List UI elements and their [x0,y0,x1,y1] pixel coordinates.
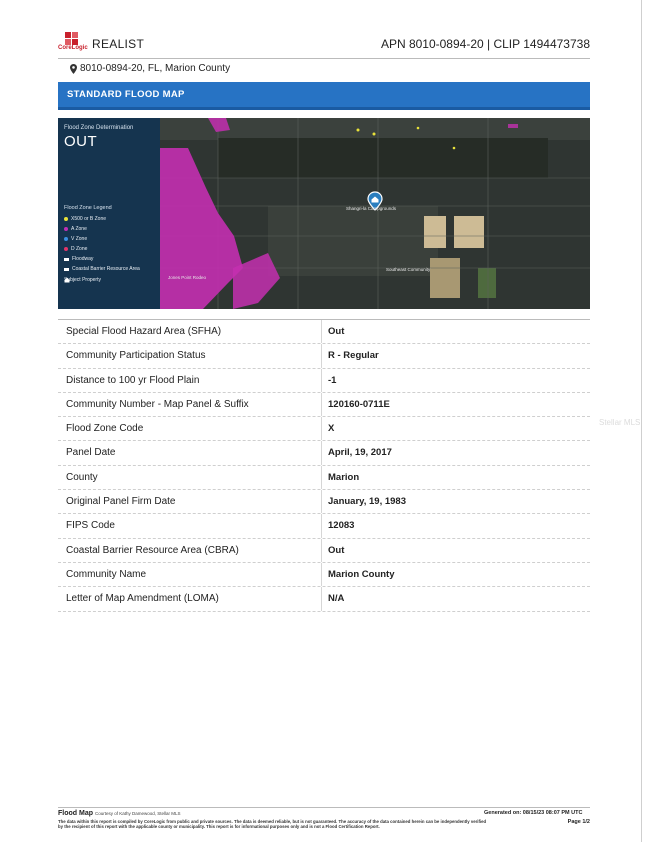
row-value: X [328,423,335,435]
map-place-label: Shangri-la Campgrounds [346,206,397,211]
report-header: CoreLogic REALIST APN 8010-0894-20 | CLI… [58,32,590,58]
table-row: Distance to 100 yr Flood Plain -1 [58,368,590,393]
row-label: Community Number - Map Panel & Suffix [66,398,249,410]
footer-divider [58,807,590,808]
flood-zone-legend-panel: Flood Zone Determination OUT Flood Zone … [58,118,160,309]
table-row: Flood Zone Code X [58,417,590,442]
legend-label: V Zone [71,236,88,242]
row-label: Special Flood Hazard Area (SFHA) [66,326,222,337]
table-row: FIPS Code 12083 [58,514,590,539]
magenta-dot-icon [64,227,68,231]
row-label: Panel Date [66,447,116,459]
header-divider [58,58,590,59]
table-row: County Marion [58,465,590,491]
floodway-swatch-icon [64,257,69,261]
row-label: Original Panel Firm Date [66,496,176,508]
home-icon [64,277,70,283]
address-text: 8010-0894-20, FL, Marion County [80,63,231,74]
section-title-bar: STANDARD FLOOD MAP [58,82,590,110]
table-row: Community Number - Map Panel & Suffix 12… [58,392,590,418]
column-divider [321,368,322,392]
legend-item-v-zone: V Zone [64,236,87,242]
table-row: Panel Date April, 19, 2017 [58,441,590,466]
row-label: Flood Zone Code [66,423,144,435]
legend-title: Flood Zone Legend [64,205,112,211]
section-title: STANDARD FLOOD MAP [67,89,185,100]
column-divider [321,344,322,368]
page-edge [641,0,642,842]
legend-item-floodway: Floodway [64,256,93,262]
product-name: REALIST [92,37,145,51]
column-divider [321,441,322,465]
row-value: Out [328,326,345,337]
row-label: Community Participation Status [66,350,206,362]
row-value: N/A [328,593,345,605]
row-value: R - Regular [328,350,379,362]
table-row: Community Name Marion County [58,562,590,588]
table-row: Coastal Barrier Resource Area (CBRA) Out [58,538,590,563]
blue-dot-icon [64,237,68,241]
map-place-label: Jones Point Rodeo [168,275,207,280]
footer-page-number: Page 1/2 [567,819,590,825]
row-label: Distance to 100 yr Flood Plain [66,374,200,386]
column-divider [321,538,322,562]
corelogic-logo-icon [65,32,78,45]
legend-label: Coastal Barrier Resource Area [72,266,140,272]
row-label: Community Name [66,568,147,580]
logo-text: CoreLogic [58,45,88,51]
legend-item-d-zone: D Zone [64,246,87,252]
row-value: Marion [328,471,360,483]
column-divider [321,320,322,344]
legend-item-cbra: Coastal Barrier Resource Area [64,266,140,272]
legend-item-a-zone: A Zone [64,226,87,232]
column-divider [321,514,322,538]
row-value: April, 19, 2017 [328,447,392,459]
column-divider [321,417,322,441]
row-label: FIPS Code [66,520,115,532]
red-dot-icon [64,247,68,251]
row-value: January, 19, 1983 [328,496,406,508]
footer-title: Flood Map Courtesy of Kathy Damewood, St… [58,810,181,817]
table-row: Special Flood Hazard Area (SFHA) Out [58,319,590,345]
yellow-dot-icon [64,217,68,221]
row-value: Marion County [328,568,395,580]
footer-courtesy: Courtesy of Kathy Damewood, Stellar MLS [94,811,181,816]
corelogic-logo: CoreLogic [58,32,88,54]
legend-label: X500 or B Zone [71,216,107,222]
column-divider [321,465,322,490]
table-row: Letter of Map Amendment (LOMA) N/A [58,587,590,612]
row-value: Out [328,544,345,556]
cbra-swatch-icon [64,267,69,271]
column-divider [321,392,322,417]
row-value: -1 [328,374,337,386]
flood-map[interactable]: Shangri-la Campgrounds Southeast Communi… [58,118,590,309]
property-address: 8010-0894-20, FL, Marion County [70,63,230,74]
flood-zone-value: OUT [64,133,98,150]
flood-zone-caption: Flood Zone Determination [64,125,134,131]
row-value: 12083 [328,520,355,532]
row-value: 120160-0711E [328,398,390,410]
legend-label: D Zone [71,246,88,252]
stellar-mls-watermark: Stellar MLS [599,418,641,427]
location-pin-icon [70,63,77,74]
apn-clip: APN 8010-0894-20 | CLIP 1494473738 [380,37,590,51]
flood-details-table: Special Flood Hazard Area (SFHA) Out Com… [58,319,590,612]
legend-label: A Zone [71,226,87,232]
legend-item-subject-property: Subject Property [64,277,101,283]
footer-disclaimer: The data within this report is compiled … [58,819,487,830]
column-divider [321,562,322,587]
row-label: County [66,471,98,483]
map-place-label: Southeast Community [386,267,431,272]
table-row: Original Panel Firm Date January, 19, 19… [58,490,590,515]
legend-item-x500: X500 or B Zone [64,216,106,222]
legend-label: Floodway [72,256,94,262]
footer-title-text: Flood Map [58,810,93,817]
footer-generated-date: Generated on: 08/15/23 08:07 PM UTC [484,810,583,816]
row-label: Letter of Map Amendment (LOMA) [66,593,219,605]
row-label: Coastal Barrier Resource Area (CBRA) [66,544,239,556]
column-divider [321,587,322,611]
table-row: Community Participation Status R - Regul… [58,344,590,369]
column-divider [321,490,322,514]
